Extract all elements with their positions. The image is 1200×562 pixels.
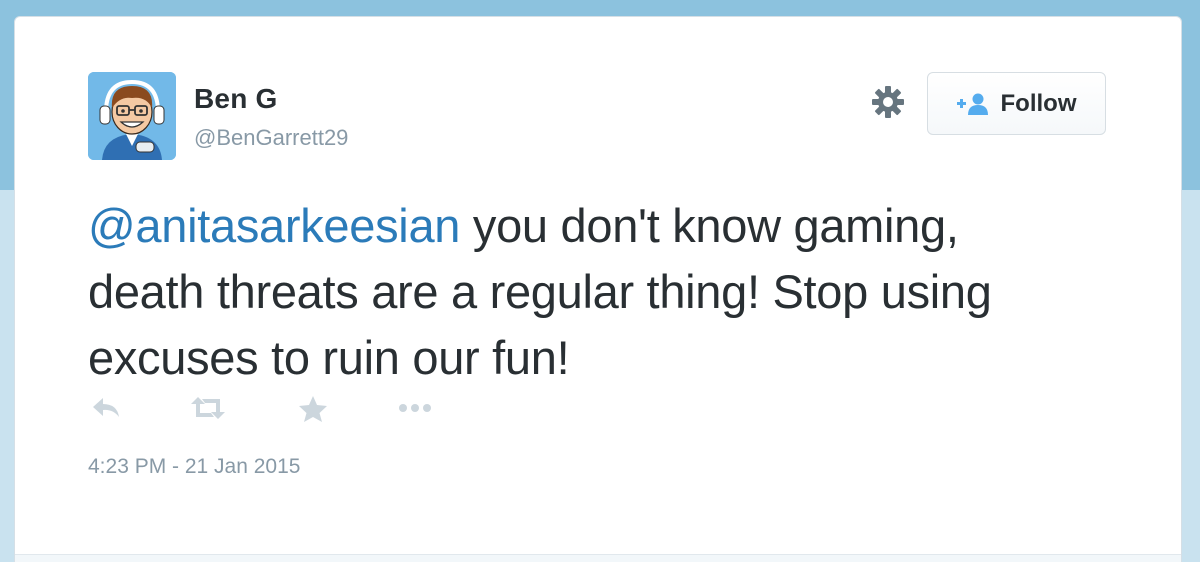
tweet-text-line-2: death threats are a regular thing! Stop … <box>88 265 992 318</box>
add-user-icon <box>956 93 988 115</box>
more-icon[interactable] <box>398 395 432 426</box>
follow-label: Follow <box>1000 89 1077 117</box>
mention-link[interactable]: @anitasarkeesian <box>88 199 460 252</box>
cartoon-gamer-avatar-icon <box>88 72 176 160</box>
tweet-text: @anitasarkeesian you don't know gaming, … <box>88 193 1148 391</box>
card-footer <box>15 554 1181 562</box>
tweet-text-line-1: you don't know gaming, <box>460 199 959 252</box>
avatar[interactable] <box>88 72 176 160</box>
reply-icon[interactable] <box>91 395 121 426</box>
tweet-card: Ben G @BenGarrett29 Follow @anitasarkees… <box>14 16 1182 562</box>
retweet-icon[interactable] <box>189 395 227 426</box>
display-name[interactable]: Ben G <box>194 83 277 115</box>
tweet-timestamp[interactable]: 4:23 PM - 21 Jan 2015 <box>88 455 300 479</box>
user-handle[interactable]: @BenGarrett29 <box>194 125 348 151</box>
star-icon[interactable] <box>298 395 328 428</box>
gear-icon[interactable] <box>871 85 905 119</box>
tweet-text-line-3: excuses to ruin our fun! <box>88 331 570 384</box>
follow-button[interactable]: Follow <box>927 72 1106 135</box>
